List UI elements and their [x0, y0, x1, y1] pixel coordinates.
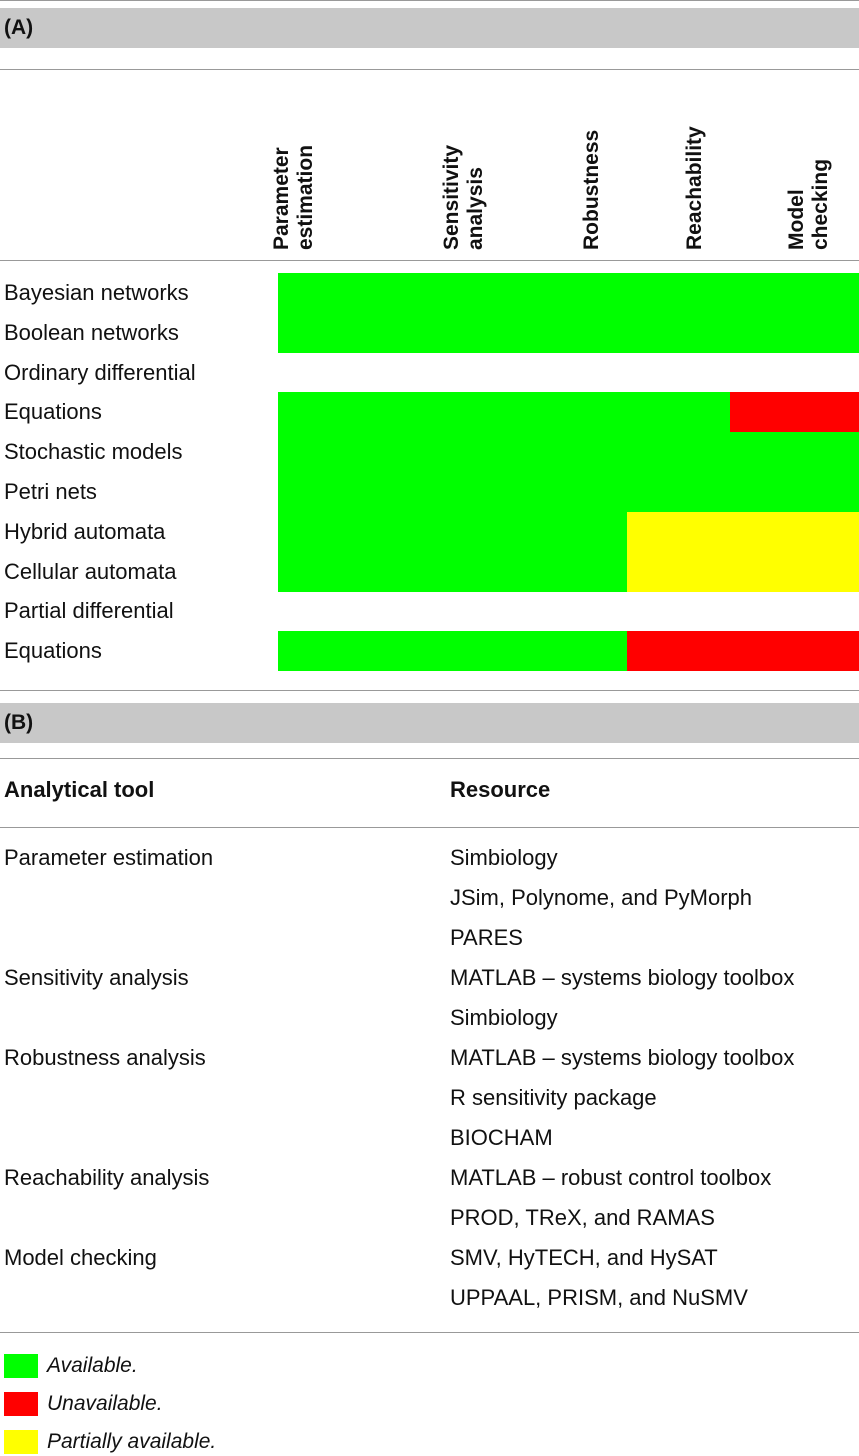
cell-available: [394, 273, 511, 313]
rule: [0, 690, 859, 691]
cell-available: [394, 312, 511, 353]
resource-cell: SMV, HyTECH, and HySAT: [450, 1245, 718, 1270]
cell-unavailable: [626, 631, 744, 672]
resource-cell: MATLAB – robust control toolbox: [450, 1165, 772, 1190]
resource-cell: JSim, Polynome, and PyMorph: [450, 885, 753, 910]
cell-available: [278, 432, 395, 473]
row-label: Stochastic models: [4, 439, 183, 465]
cell-available: [626, 273, 744, 313]
cell-partial: [742, 511, 859, 552]
row-label: Cellular automata: [4, 558, 177, 584]
row-label: Partial differential: [4, 598, 174, 624]
legend-swatch-partial: [4, 1430, 38, 1454]
tool-cell: Parameter estimation: [4, 845, 214, 870]
cell-available: [510, 312, 628, 353]
cell-available: [626, 432, 744, 473]
panel-a-label: (A): [0, 8, 859, 48]
resource-cell: PROD, TReX, and RAMAS: [450, 1205, 715, 1230]
column-header: Robustness: [580, 129, 603, 250]
top-rule: [0, 0, 859, 1]
tool-cell: Robustness analysis: [4, 1045, 206, 1070]
tool-cell: Sensitivity analysis: [4, 965, 189, 990]
cell-available: [394, 392, 511, 433]
header-analytical-tool: Analytical tool: [4, 777, 155, 802]
cell-available: [742, 472, 859, 512]
cell-available: [278, 511, 395, 552]
row-label: Equations: [4, 399, 102, 425]
cell-available: [394, 511, 511, 552]
resource-cell: UPPAAL, PRISM, and NuSMV: [450, 1285, 748, 1310]
cell-available: [510, 392, 628, 433]
header-resource: Resource: [450, 777, 551, 802]
row-label: Boolean networks: [4, 319, 179, 345]
rule: [0, 260, 859, 261]
cell-available: [278, 392, 395, 433]
cell-available: [626, 472, 744, 512]
cell-available: [626, 312, 744, 353]
cell-unavailable: [742, 631, 859, 672]
column-header: Parameter estimation: [270, 144, 317, 250]
column-header: Sensitivity analysis: [440, 144, 487, 250]
cell-available: [510, 631, 628, 672]
resource-cell: MATLAB – systems biology toolbox: [450, 965, 795, 990]
cell-available: [510, 551, 628, 592]
cell-available: [510, 432, 628, 473]
cell-available: [742, 312, 859, 353]
cell-available: [278, 273, 395, 313]
cell-available: [394, 472, 511, 512]
column-header: Reachability: [683, 126, 706, 250]
rule: [0, 827, 859, 828]
legend-label: Partially available.: [47, 1430, 217, 1453]
cell-unavailable: [730, 392, 859, 433]
tool-cell: Reachability analysis: [4, 1165, 210, 1190]
column-header: Model checking: [785, 158, 832, 250]
resource-cell: R sensitivity package: [450, 1085, 657, 1110]
cell-available: [510, 273, 628, 313]
legend-swatch-unavailable: [4, 1392, 38, 1416]
cell-partial: [742, 551, 859, 592]
row-label: Petri nets: [4, 479, 97, 504]
cell-available: [394, 631, 511, 672]
row-label: Ordinary differential: [4, 359, 196, 385]
tool-cell: Model checking: [4, 1245, 157, 1270]
cell-available: [742, 432, 859, 473]
cell-available: [278, 312, 395, 353]
cell-available: [510, 511, 628, 552]
cell-partial: [626, 511, 744, 552]
legend-swatch-available: [4, 1354, 38, 1378]
resource-cell: BIOCHAM: [450, 1125, 553, 1150]
row-label: Hybrid automata: [4, 518, 166, 544]
cell-available: [278, 631, 395, 672]
panel-b-label: (B): [0, 703, 859, 743]
row-label: Equations: [4, 638, 102, 664]
row-label: Bayesian networks: [4, 280, 189, 305]
resource-cell: Simbiology: [450, 845, 558, 870]
legend-label: Unavailable.: [47, 1392, 163, 1415]
cell-partial: [626, 551, 744, 592]
cell-available: [742, 273, 859, 313]
rule: [0, 69, 859, 70]
resource-cell: PARES: [450, 925, 523, 950]
legend-label: Available.: [47, 1354, 138, 1377]
cell-available: [510, 472, 628, 512]
resource-cell: Simbiology: [450, 1005, 558, 1030]
cell-available: [626, 392, 744, 433]
cell-available: [278, 472, 395, 512]
rule: [0, 1332, 859, 1333]
cell-available: [278, 551, 395, 592]
resource-cell: MATLAB – systems biology toolbox: [450, 1045, 795, 1070]
rule: [0, 758, 859, 759]
cell-available: [394, 432, 511, 473]
cell-available: [394, 551, 511, 592]
